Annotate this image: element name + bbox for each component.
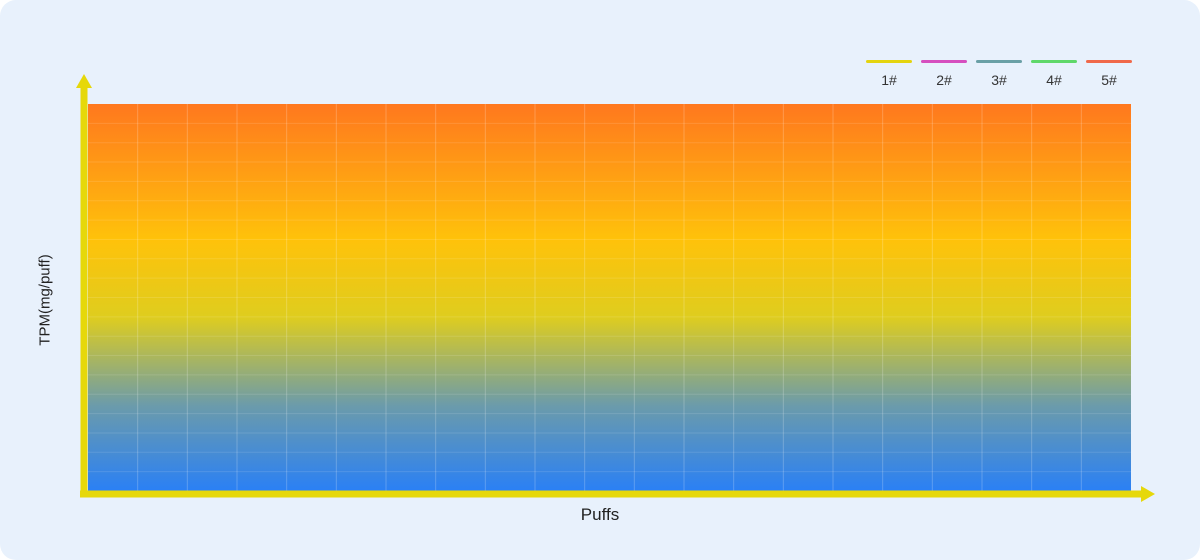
legend-swatch <box>1031 60 1077 63</box>
chart-card: 1# 2# 3# 4# 5# Puffs TPM(mg/puff) <box>0 0 1200 560</box>
legend-item[interactable]: 4# <box>1031 60 1077 88</box>
legend-item[interactable]: 3# <box>976 60 1022 88</box>
legend-swatch <box>921 60 967 63</box>
x-axis-arrow <box>1141 486 1155 502</box>
x-axis-label: Puffs <box>580 505 620 524</box>
legend-label: 4# <box>1046 72 1062 88</box>
legend-label: 3# <box>991 72 1007 88</box>
legend-swatch <box>976 60 1022 63</box>
legend: 1# 2# 3# 4# 5# <box>866 60 1132 88</box>
legend-item[interactable]: 2# <box>921 60 967 88</box>
y-axis-arrow <box>76 74 92 88</box>
legend-label: 1# <box>881 72 897 88</box>
legend-item[interactable]: 5# <box>1086 60 1132 88</box>
grid <box>88 104 1131 491</box>
legend-label: 2# <box>936 72 952 88</box>
legend-swatch <box>1086 60 1132 63</box>
legend-swatch <box>866 60 912 63</box>
legend-label: 5# <box>1101 72 1117 88</box>
y-axis-label: TPM(mg/puff) <box>36 254 54 346</box>
legend-item[interactable]: 1# <box>866 60 912 88</box>
